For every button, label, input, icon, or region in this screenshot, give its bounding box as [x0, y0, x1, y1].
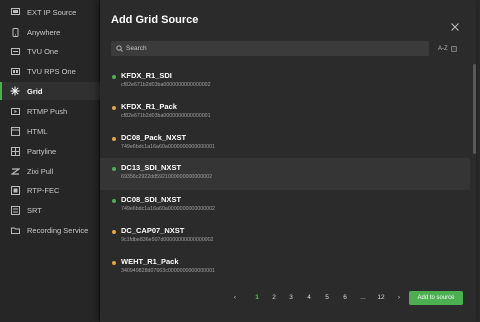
- sidebar-item-label: EXT IP Source: [27, 7, 77, 17]
- sidebar-item-label: TVU One: [27, 46, 59, 56]
- source-id: cf82e671b2d03ba0000000000000002: [121, 82, 211, 88]
- sidebar-item-rtmp-push[interactable]: RTMP Push: [0, 102, 100, 120]
- status-busy-icon: [112, 261, 116, 265]
- background-panel: [476, 0, 480, 322]
- recording-icon: [8, 226, 22, 235]
- page-2-button[interactable]: 2: [269, 294, 279, 301]
- srt-icon: [8, 205, 22, 215]
- list-item[interactable]: DC_CAP07_NXST 9c1fdbe836e507d00000000000…: [100, 221, 470, 253]
- status-online-icon: [112, 75, 116, 79]
- search-icon: [116, 45, 123, 52]
- list-item[interactable]: KFDX_R1_SDI cf82e671b2d03ba0000000000000…: [100, 66, 470, 98]
- search-box: [111, 41, 429, 56]
- sidebar-item-zixi-pull[interactable]: Zixi Pull: [0, 162, 100, 180]
- source-list: KFDX_R1_SDI cf82e671b2d03ba0000000000000…: [100, 66, 470, 281]
- grid-icon: [8, 86, 22, 96]
- source-id: cf82e671b2d03ba0000000000000001: [121, 113, 211, 119]
- sidebar-item-recording-service[interactable]: Recording Service: [0, 221, 100, 239]
- anywhere-icon: [8, 27, 22, 37]
- sidebar-item-label: RTMP Push: [27, 106, 68, 116]
- source-name: DC08_SDI_NXST: [121, 195, 182, 204]
- list-item[interactable]: KFDX_R1_Pack cf82e671b2d03ba000000000000…: [100, 97, 470, 129]
- source-name: DC13_SDI_NXST: [121, 163, 182, 172]
- page-5-button[interactable]: 5: [322, 294, 332, 301]
- source-id: 69356c2922dd5921000000000000002: [121, 174, 213, 180]
- page-1-button[interactable]: 1: [252, 294, 262, 301]
- close-button[interactable]: [450, 19, 460, 31]
- zixi-icon: [8, 167, 22, 176]
- sidebar-item-label: Partyline: [27, 146, 57, 156]
- sidebar-item-label: Anywhere: [27, 27, 61, 37]
- status-online-icon: [112, 199, 116, 203]
- source-id: 9c1fdbe836e507d00000000000000002: [121, 237, 214, 243]
- sidebar-item-grid[interactable]: Grid: [0, 82, 100, 100]
- sidebar-item-label: Recording Service: [27, 225, 89, 235]
- sidebar-item-partyline[interactable]: Partyline: [0, 142, 100, 160]
- sidebar-item-srt[interactable]: SRT: [0, 201, 100, 219]
- html-icon: [8, 126, 22, 136]
- status-busy-icon: [112, 106, 116, 110]
- status-busy-icon: [112, 230, 116, 234]
- source-name: DC_CAP07_NXST: [121, 226, 185, 235]
- list-item[interactable]: WEHT_R1_Pack 340949828d07663c00000000000…: [100, 252, 470, 284]
- source-id: 340949828d07663c0000000000000001: [121, 268, 215, 274]
- next-page-button[interactable]: ›: [394, 294, 404, 301]
- dialog-title: Add Grid Source: [111, 14, 199, 26]
- sidebar-item-ext-ip-source[interactable]: EXT IP Source: [0, 3, 100, 21]
- page-4-button[interactable]: 4: [304, 294, 314, 301]
- page-ellipsis: ...: [360, 294, 366, 301]
- sidebar-item-tvu-rps-one[interactable]: TVU RPS One: [0, 62, 100, 80]
- list-item[interactable]: DC13_SDI_NXST 69356c2922dd59210000000000…: [100, 158, 470, 190]
- add-to-source-button[interactable]: Add to source: [409, 291, 463, 305]
- sort-az-label: A-Z: [438, 46, 448, 52]
- status-busy-icon: [112, 137, 116, 141]
- sidebar-item-tvu-one[interactable]: TVU One: [0, 42, 100, 60]
- add-grid-source-dialog: Add Grid Source A-Z KFDX_R1_SDI cf82e671…: [100, 0, 476, 322]
- list-item[interactable]: DC08_SDI_NXST 749e6bdc1a16a60a0000000000…: [100, 190, 470, 222]
- rtmp-icon: [8, 107, 22, 116]
- sidebar: EXT IP Source Anywhere TVU One TVU RPS O…: [0, 0, 100, 322]
- close-icon: [451, 23, 459, 31]
- prev-page-button[interactable]: ‹: [230, 294, 240, 301]
- sidebar-item-rtp-fec[interactable]: RTP-FEC: [0, 181, 100, 199]
- page-6-button[interactable]: 6: [340, 294, 350, 301]
- source-name: DC08_Pack_NXST: [121, 133, 187, 142]
- source-name: WEHT_R1_Pack: [121, 257, 179, 266]
- search-input[interactable]: [126, 45, 406, 52]
- sidebar-item-label: TVU RPS One: [27, 66, 76, 76]
- list-item[interactable]: DC08_Pack_NXST 749e6bdc1a16a60a000000000…: [100, 128, 470, 160]
- source-name: KFDX_R1_Pack: [121, 102, 177, 111]
- sort-az-toggle[interactable]: [451, 46, 457, 52]
- sidebar-item-label: RTP-FEC: [27, 185, 60, 195]
- page-3-button[interactable]: 3: [286, 294, 296, 301]
- ip-source-icon: [8, 8, 22, 16]
- sidebar-item-html[interactable]: HTML: [0, 122, 100, 140]
- sidebar-item-label: Zixi Pull: [27, 166, 54, 176]
- page-12-button[interactable]: 12: [376, 294, 386, 301]
- sidebar-item-label: SRT: [27, 205, 42, 215]
- sidebar-item-label: Grid: [27, 86, 43, 96]
- sidebar-item-anywhere[interactable]: Anywhere: [0, 23, 100, 41]
- source-id: 749e6bdc1a16a60a0000000000000001: [121, 144, 215, 150]
- partyline-icon: [8, 146, 22, 156]
- status-online-icon: [112, 167, 116, 171]
- rtp-fec-icon: [8, 185, 22, 195]
- source-id: 749e6bdc1a16a60a0000000000000002: [121, 206, 215, 212]
- sidebar-item-label: HTML: [27, 126, 48, 136]
- tvu-one-icon: [8, 47, 22, 56]
- list-scrollbar[interactable]: [473, 64, 476, 154]
- source-name: KFDX_R1_SDI: [121, 71, 172, 80]
- tvu-rps-icon: [8, 67, 22, 76]
